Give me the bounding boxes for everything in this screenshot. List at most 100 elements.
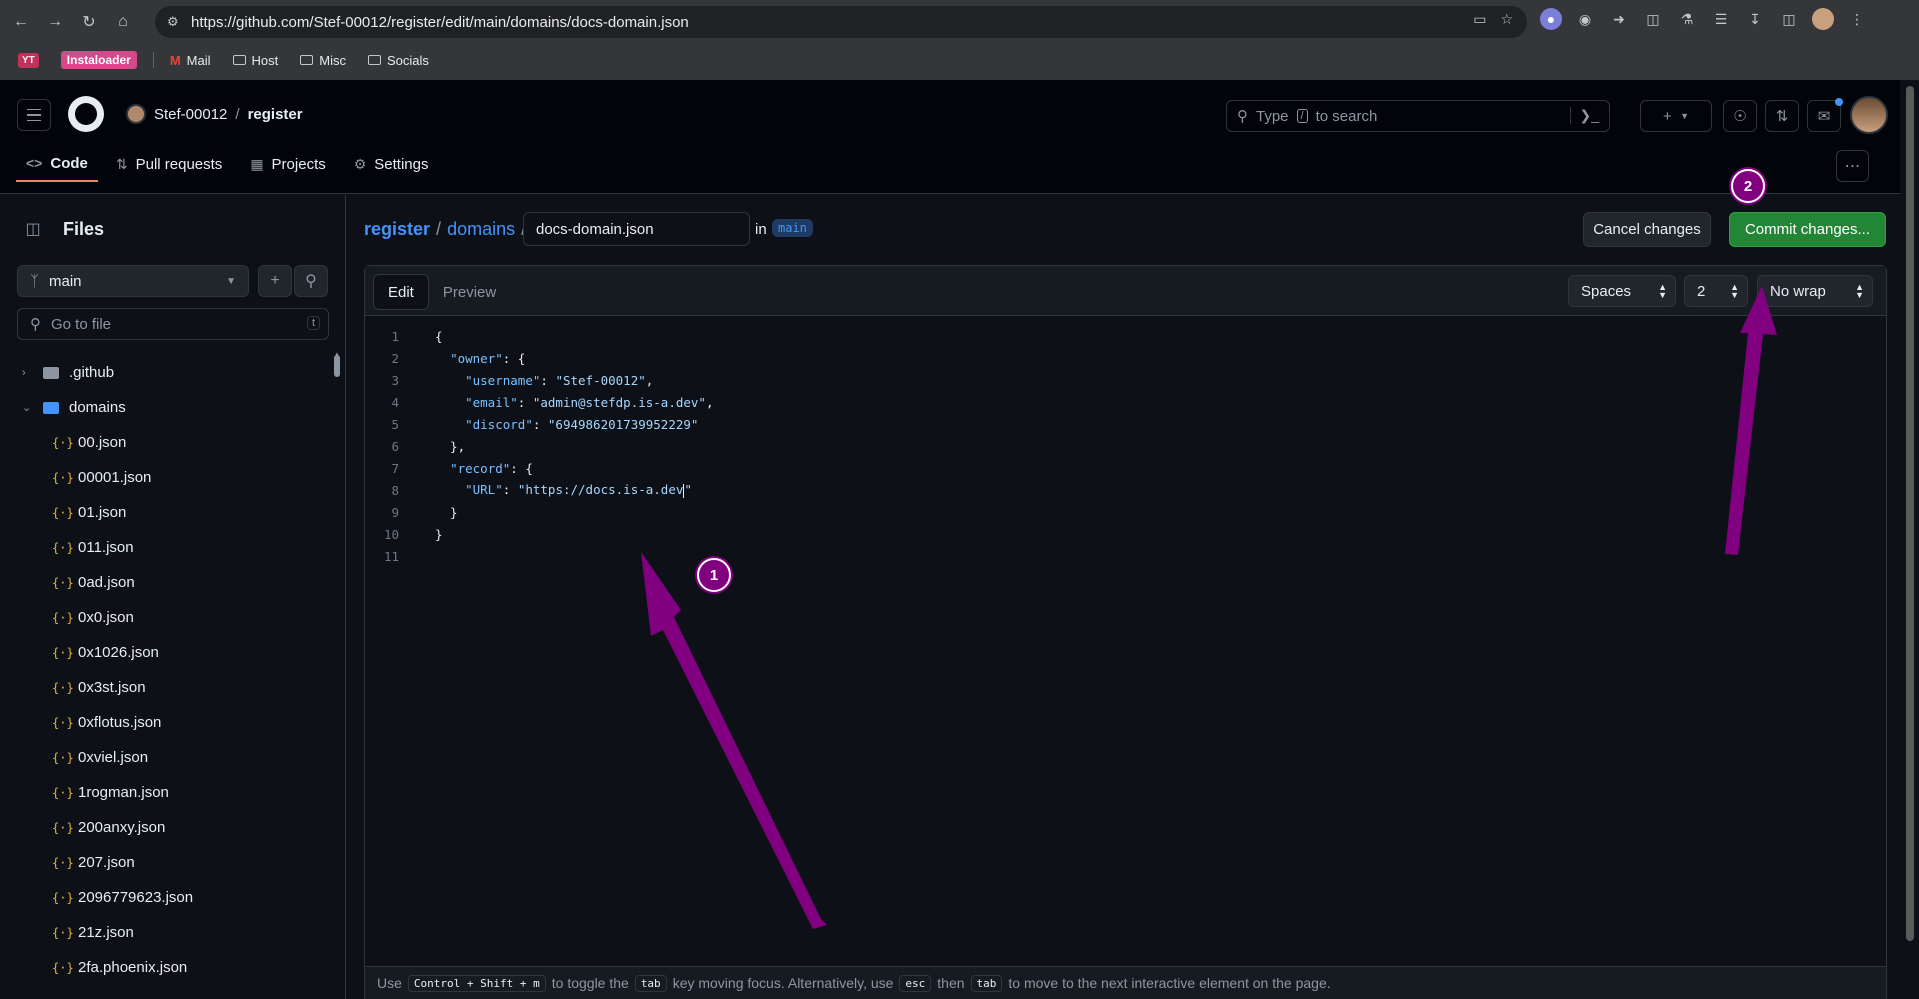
tree-file[interactable]: {·} 0x1026.json — [0, 635, 330, 670]
install-app-icon[interactable]: ▭ — [1473, 11, 1486, 28]
line-text[interactable]: } — [435, 527, 443, 542]
command-palette-icon[interactable]: ❯_ — [1570, 107, 1599, 124]
page-scrollbar-thumb[interactable] — [1906, 86, 1914, 941]
line-text[interactable]: } — [435, 505, 458, 520]
back-icon[interactable]: ← — [4, 5, 38, 39]
profile-avatar[interactable] — [1812, 8, 1834, 30]
filename-input[interactable]: docs-domain.json — [523, 212, 750, 246]
downloads-icon[interactable]: ↧ — [1744, 8, 1766, 30]
tree-file[interactable]: {·} 200anxy.json — [0, 810, 330, 845]
bookmark-yt[interactable]: YT — [12, 51, 45, 70]
cancel-changes-button[interactable]: Cancel changes — [1583, 212, 1711, 247]
github-logo[interactable] — [68, 96, 104, 132]
line-text[interactable]: { — [435, 329, 443, 344]
line-text[interactable]: "username": "Stef-00012", — [435, 373, 653, 388]
line-text[interactable]: "owner": { — [435, 351, 525, 366]
side-panel-icon[interactable]: ◫ — [1778, 8, 1800, 30]
code-content[interactable]: 1{2 "owner": {3 "username": "Stef-00012"… — [365, 325, 714, 567]
tab-preview[interactable]: Preview — [429, 274, 510, 310]
tree-file[interactable]: {·} 207.json — [0, 845, 330, 880]
tree-file[interactable]: {·} 0x3st.json — [0, 670, 330, 705]
menu-hamburger-icon[interactable] — [17, 99, 51, 131]
breadcrumb-repo-link[interactable]: register — [364, 219, 430, 240]
browser-menu-icon[interactable]: ⋮ — [1846, 8, 1868, 30]
search-files-button[interactable]: ⚲ — [294, 265, 328, 297]
breadcrumb-folder-link[interactable]: domains — [447, 219, 515, 240]
bookmark-instaloader[interactable]: Instaloader — [55, 49, 143, 71]
site-settings-icon[interactable]: ⚙ — [167, 14, 191, 30]
go-to-file-input[interactable]: ⚲ Go to file t — [17, 308, 329, 340]
tree-file[interactable]: {·} 1rogman.json — [0, 775, 330, 810]
tree-file[interactable]: {·} 011.json — [0, 530, 330, 565]
tree-folder[interactable]: › .github — [0, 355, 330, 390]
code-line[interactable]: 4 "email": "admin@stefdp.is-a.dev", — [365, 391, 713, 413]
extension-arrow-icon[interactable]: ➜ — [1608, 8, 1630, 30]
tree-file[interactable]: {·} 0x0.json — [0, 600, 330, 635]
line-text[interactable]: "record": { — [435, 461, 533, 476]
user-avatar[interactable] — [1850, 96, 1888, 134]
indent-mode-select[interactable]: Spaces ▲ ▼ — [1568, 275, 1676, 307]
bookmark-star-icon[interactable]: ☆ — [1500, 11, 1513, 28]
indent-size-select[interactable]: 2 ▲ ▼ — [1684, 275, 1748, 307]
code-line[interactable]: 1{ — [365, 325, 442, 347]
address-url[interactable]: https://github.com/Stef-00012/register/e… — [191, 14, 689, 31]
home-icon[interactable]: ⌂ — [106, 5, 140, 39]
code-line[interactable]: 7 "record": { — [365, 457, 532, 479]
labs-flask-icon[interactable]: ⚗ — [1676, 8, 1698, 30]
code-line[interactable]: 11 — [365, 545, 399, 567]
tree-folder[interactable]: ⌄ domains — [0, 390, 330, 425]
tree-scrollbar[interactable] — [334, 355, 340, 377]
tree-file[interactable]: {·} 0ad.json — [0, 565, 330, 600]
code-line[interactable]: 8 "URL": "https://docs.is-a.dev" — [365, 479, 692, 501]
issues-button[interactable]: ☉ — [1723, 100, 1757, 132]
tab-projects[interactable]: ▦ Projects — [240, 146, 335, 182]
bookmark-mail[interactable]: M Mail — [164, 51, 217, 70]
chevron-down-icon[interactable]: ⌄ — [22, 401, 34, 414]
code-line[interactable]: 6 }, — [365, 435, 465, 457]
chevron-right-icon[interactable]: › — [22, 367, 34, 379]
sidebar-collapse-icon[interactable]: ◫ — [17, 213, 49, 245]
bookmark-folder-socials[interactable]: Socials — [362, 51, 435, 70]
address-bar[interactable]: ⚙ https://github.com/Stef-00012/register… — [155, 6, 1527, 38]
tree-file[interactable]: {·} 0xflotus.json — [0, 705, 330, 740]
create-new-button[interactable]: + ▼ — [1640, 100, 1712, 132]
search-input[interactable]: ⚲ Type / to search ❯_ — [1226, 100, 1610, 132]
tab-edit[interactable]: Edit — [373, 274, 429, 310]
code-line[interactable]: 2 "owner": { — [365, 347, 525, 369]
extension-search-icon[interactable]: ● — [1540, 8, 1562, 30]
tab-settings[interactable]: ⚙ Settings — [344, 146, 439, 182]
tree-file[interactable]: {·} 2fa.phoenix.json — [0, 950, 330, 985]
extension-glasses-icon[interactable]: ◉ — [1574, 8, 1596, 30]
bookmark-folder-host[interactable]: Host — [227, 51, 285, 70]
repo-link[interactable]: register — [248, 106, 303, 123]
line-text[interactable]: "discord": "694986201739952229" — [435, 417, 698, 432]
tree-file[interactable]: {·} 00001.json — [0, 460, 330, 495]
line-text[interactable]: "email": "admin@stefdp.is-a.dev", — [435, 395, 713, 410]
tree-file[interactable]: {·} 0xviel.json — [0, 740, 330, 775]
reload-icon[interactable]: ↻ — [72, 5, 106, 39]
commit-changes-button[interactable]: Commit changes... — [1729, 212, 1886, 247]
tab-code[interactable]: <> Code — [16, 146, 98, 182]
forward-icon[interactable]: → — [38, 5, 72, 39]
wrap-mode-select[interactable]: No wrap ▲ ▼ — [1757, 275, 1873, 307]
line-text[interactable]: "URL": "https://docs.is-a.dev" — [435, 482, 692, 498]
owner-link[interactable]: Stef-00012 — [154, 106, 227, 123]
media-queue-icon[interactable]: ☰ — [1710, 8, 1732, 30]
bookmark-folder-misc[interactable]: Misc — [294, 51, 352, 70]
code-line[interactable]: 9 } — [365, 501, 457, 523]
pull-requests-button[interactable]: ⇅ — [1765, 100, 1799, 132]
tab-pull-requests[interactable]: ⇅ Pull requests — [106, 146, 232, 182]
inbox-button[interactable]: ✉ — [1807, 98, 1843, 132]
tree-file[interactable]: {·} 2096779623.json — [0, 880, 330, 915]
code-line[interactable]: 3 "username": "Stef-00012", — [365, 369, 653, 391]
add-file-button[interactable]: + — [258, 265, 292, 297]
tree-file[interactable]: {·} 01.json — [0, 495, 330, 530]
tree-file[interactable]: {·} 00.json — [0, 425, 330, 460]
branch-selector[interactable]: ᛉ main ▼ — [17, 265, 249, 297]
code-line[interactable]: 5 "discord": "694986201739952229" — [365, 413, 698, 435]
code-line[interactable]: 10} — [365, 523, 443, 545]
page-scrollbar[interactable] — [1900, 80, 1919, 999]
extensions-puzzle-icon[interactable]: ◫ — [1642, 8, 1664, 30]
tree-file[interactable]: {·} 21z.json — [0, 915, 330, 950]
line-text[interactable]: }, — [435, 439, 465, 454]
